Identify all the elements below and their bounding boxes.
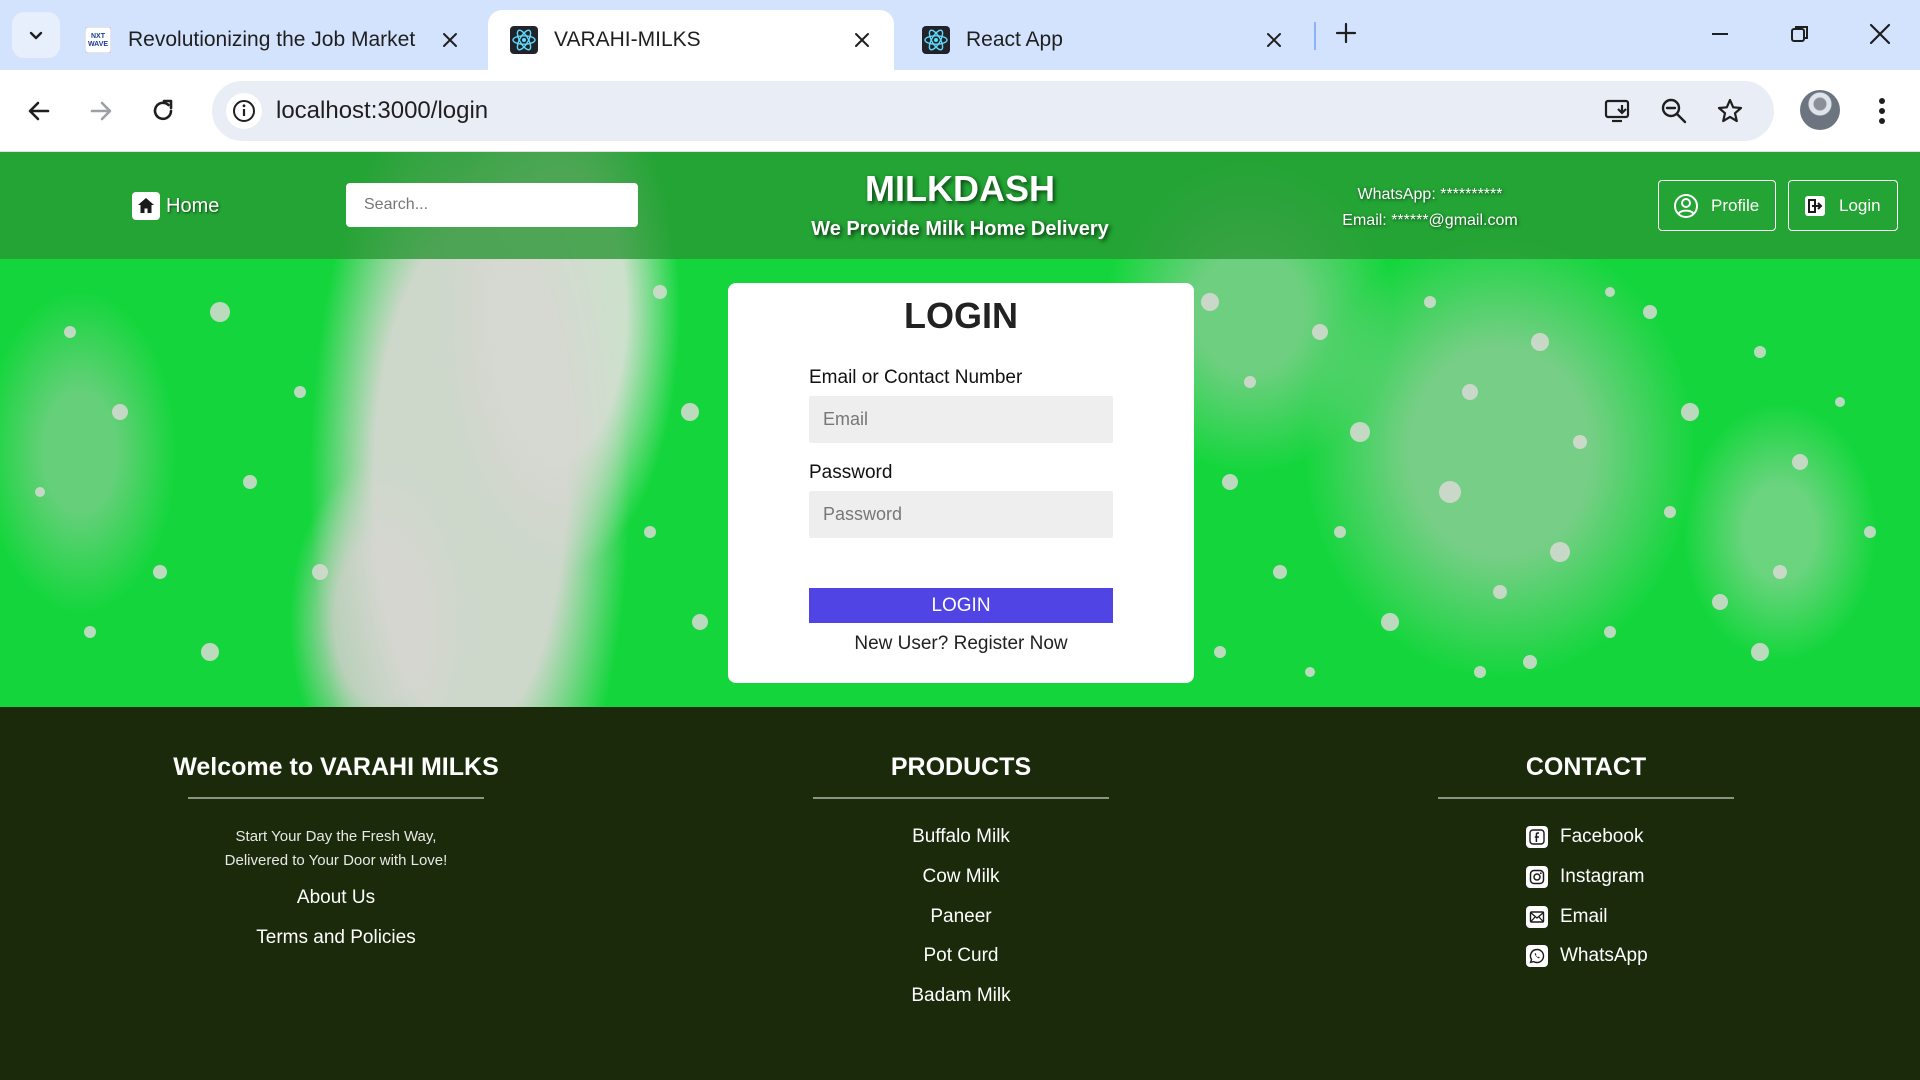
bookmark-star-icon[interactable] [1714, 95, 1746, 127]
brand-tagline: We Provide Milk Home Delivery [811, 218, 1109, 240]
close-tab-icon[interactable] [1260, 26, 1288, 54]
site-info-icon[interactable] [226, 93, 262, 129]
footer-products-title: PRODUCTS [890, 753, 1032, 781]
zoom-icon[interactable] [1658, 95, 1690, 127]
plus-icon [1335, 22, 1357, 44]
profile-avatar[interactable] [1800, 90, 1840, 130]
email-label: Email or Contact Number [809, 367, 1023, 388]
profile-label: Profile [1711, 195, 1760, 215]
instagram-icon [1526, 866, 1548, 888]
footer-welcome-title: Welcome to VARAHI MILKS [173, 753, 499, 781]
back-button[interactable] [18, 90, 60, 132]
more-vert-icon [1879, 98, 1885, 124]
tab-search-button[interactable] [12, 12, 60, 58]
whatsapp-icon [1526, 945, 1548, 967]
footer-tagline-line: Start Your Day the Fresh Way, [235, 828, 437, 845]
site-footer: Welcome to VARAHI MILKS Start Your Day t… [0, 707, 1920, 1080]
arrow-right-icon [90, 101, 112, 121]
footer-divider [1438, 797, 1734, 799]
login-button[interactable]: Login [1788, 180, 1898, 231]
email-icon [1526, 906, 1548, 928]
email-field[interactable] [809, 396, 1113, 443]
header-contact-info: WhatsApp: ********** Email: ******@gmail… [1320, 182, 1540, 234]
whatsapp-number: WhatsApp: ********** [1357, 186, 1503, 203]
address-bar[interactable]: localhost:3000/login [212, 81, 1774, 141]
chevron-down-icon [29, 31, 43, 40]
user-circle-icon [1673, 193, 1699, 219]
contact-label: Facebook [1560, 826, 1644, 847]
site-header: Home MILKDASH We Provide Milk Home Deliv… [0, 152, 1920, 259]
tab-react-app[interactable]: React App [900, 10, 1306, 70]
search-input[interactable] [346, 183, 638, 227]
reload-button[interactable] [142, 90, 184, 132]
login-title: LOGIN [904, 295, 1018, 336]
facebook-link[interactable]: Facebook [1526, 826, 1643, 848]
browser-tabstrip: NXT WAVE Revolutionizing the Job Market V… [0, 0, 1920, 70]
page-content: Home MILKDASH We Provide Milk Home Deliv… [0, 152, 1920, 1080]
profile-button[interactable]: Profile [1658, 180, 1777, 231]
react-logo-icon [922, 26, 950, 54]
home-icon [132, 192, 160, 220]
minimize-icon [1712, 33, 1728, 35]
install-app-icon[interactable] [1602, 95, 1634, 127]
product-link-paneer[interactable]: Paneer [761, 906, 1161, 928]
brand-title: MILKDASH [865, 168, 1055, 209]
contact-label: WhatsApp [1560, 945, 1648, 966]
minimize-button[interactable] [1700, 14, 1740, 54]
url-text[interactable]: localhost:3000/login [276, 97, 488, 125]
contact-label: Instagram [1560, 866, 1645, 887]
home-label: Home [166, 194, 220, 217]
close-tab-icon[interactable] [436, 26, 464, 54]
footer-contact-title: CONTACT [1525, 753, 1647, 781]
footer-divider [813, 797, 1109, 799]
react-logo-icon [510, 26, 538, 54]
new-tab-button[interactable] [1328, 15, 1364, 51]
svg-text:NXT: NXT [91, 33, 106, 40]
tab-title: Revolutionizing the Job Market [128, 28, 416, 51]
forward-button[interactable] [80, 90, 122, 132]
home-link[interactable]: Home [132, 192, 219, 220]
reload-icon [153, 99, 173, 121]
register-link[interactable]: New User? Register Now [728, 633, 1194, 655]
browser-toolbar: localhost:3000/login [0, 70, 1920, 152]
close-tab-icon[interactable] [848, 26, 876, 54]
login-label: Login [1839, 195, 1881, 215]
product-link-pot-curd[interactable]: Pot Curd [761, 945, 1161, 967]
tab-title: React App [966, 28, 1063, 51]
password-label: Password [809, 462, 893, 483]
terms-policies-link[interactable]: Terms and Policies [136, 927, 536, 949]
tab-separator [1314, 22, 1316, 50]
restore-icon [1791, 26, 1808, 42]
email-link[interactable]: Email [1526, 906, 1608, 928]
footer-tagline-line: Delivered to Your Door with Love! [224, 852, 448, 869]
email-address: Email: ******@gmail.com [1342, 212, 1518, 229]
instagram-link[interactable]: Instagram [1526, 866, 1644, 888]
about-us-link[interactable]: About Us [136, 887, 536, 909]
contact-label: Email [1560, 906, 1608, 927]
login-card: LOGIN Email or Contact Number Password L… [728, 283, 1194, 683]
footer-tagline: Start Your Day the Fresh Way, Delivered … [136, 825, 536, 873]
close-window-button[interactable] [1860, 14, 1900, 54]
tab-job-market[interactable]: NXT WAVE Revolutionizing the Job Market [62, 10, 482, 70]
product-link-cow-milk[interactable]: Cow Milk [761, 866, 1161, 888]
password-field[interactable] [809, 491, 1113, 538]
facebook-icon [1526, 826, 1548, 848]
sign-in-icon [1803, 194, 1827, 218]
product-link-buffalo-milk[interactable]: Buffalo Milk [761, 826, 1161, 848]
tab-title: VARAHI-MILKS [554, 28, 701, 51]
whatsapp-link[interactable]: WhatsApp [1526, 945, 1648, 967]
login-submit-button[interactable]: LOGIN [809, 588, 1113, 623]
close-icon [1869, 23, 1891, 45]
nxtwave-logo-icon: NXT WAVE [84, 26, 112, 54]
tab-varahi-milks[interactable]: VARAHI-MILKS [488, 10, 894, 70]
arrow-left-icon [28, 101, 50, 121]
svg-text:WAVE: WAVE [88, 41, 108, 48]
footer-divider [188, 797, 484, 799]
restore-button[interactable] [1780, 14, 1820, 54]
browser-menu-button[interactable] [1866, 90, 1898, 132]
product-link-badam-milk[interactable]: Badam Milk [761, 985, 1161, 1007]
